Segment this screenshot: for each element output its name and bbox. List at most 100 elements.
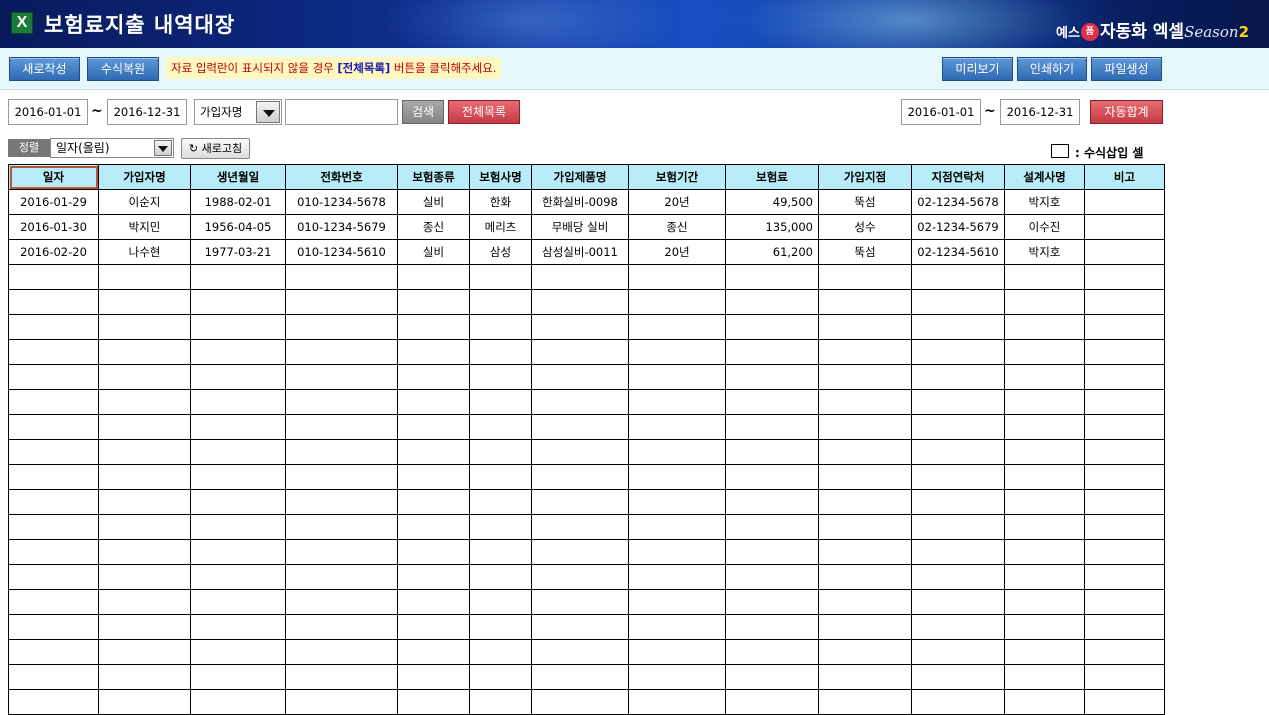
table-cell[interactable] (190, 689, 286, 715)
table-cell[interactable] (397, 489, 470, 515)
table-cell[interactable] (531, 664, 629, 690)
table-cell[interactable] (397, 439, 470, 465)
table-cell[interactable] (725, 314, 819, 340)
table-cell[interactable]: 2016-02-20 (8, 239, 99, 265)
table-cell[interactable] (628, 689, 726, 715)
column-header[interactable]: 보험기간 (628, 164, 726, 190)
table-cell[interactable] (285, 689, 398, 715)
table-cell[interactable] (818, 414, 912, 440)
table-cell[interactable] (469, 589, 532, 615)
chevron-down-icon[interactable] (154, 140, 172, 156)
table-cell[interactable]: 20년 (628, 189, 726, 215)
table-cell[interactable] (8, 539, 99, 565)
column-header[interactable]: 생년월일 (190, 164, 286, 190)
table-cell[interactable] (725, 464, 819, 490)
table-cell[interactable]: 61,200 (725, 239, 819, 265)
table-cell[interactable] (285, 364, 398, 390)
table-cell[interactable] (98, 514, 191, 540)
table-cell[interactable] (98, 439, 191, 465)
table-cell[interactable] (531, 689, 629, 715)
table-cell[interactable] (8, 564, 99, 590)
table-cell[interactable] (469, 289, 532, 315)
table-cell[interactable] (285, 464, 398, 490)
preview-button[interactable]: 미리보기 (942, 57, 1013, 81)
table-cell[interactable] (725, 289, 819, 315)
table-cell[interactable] (469, 614, 532, 640)
table-cell[interactable] (285, 489, 398, 515)
table-cell[interactable] (8, 314, 99, 340)
column-header[interactable]: 비고 (1084, 164, 1165, 190)
table-cell[interactable] (1084, 264, 1165, 290)
column-header[interactable]: 일자 (8, 164, 99, 190)
table-cell[interactable] (1084, 439, 1165, 465)
table-cell[interactable] (397, 339, 470, 365)
column-header[interactable]: 가입제품명 (531, 164, 629, 190)
table-cell[interactable]: 20년 (628, 239, 726, 265)
table-cell[interactable] (8, 689, 99, 715)
table-cell[interactable] (818, 689, 912, 715)
table-cell[interactable] (469, 564, 532, 590)
table-cell[interactable] (1004, 464, 1085, 490)
table-cell[interactable]: 삼성실비-0011 (531, 239, 629, 265)
table-cell[interactable] (8, 464, 99, 490)
table-cell[interactable] (98, 314, 191, 340)
table-cell[interactable] (397, 639, 470, 665)
table-cell[interactable] (469, 414, 532, 440)
table-cell[interactable] (1004, 514, 1085, 540)
table-cell[interactable] (397, 589, 470, 615)
table-cell[interactable] (98, 489, 191, 515)
table-cell[interactable] (285, 614, 398, 640)
table-cell[interactable] (531, 514, 629, 540)
table-cell[interactable] (8, 289, 99, 315)
table-cell[interactable] (8, 664, 99, 690)
table-cell[interactable] (98, 414, 191, 440)
table-cell[interactable] (285, 664, 398, 690)
table-cell[interactable] (818, 389, 912, 415)
table-cell[interactable] (469, 464, 532, 490)
search-input[interactable] (285, 99, 398, 125)
table-cell[interactable] (818, 464, 912, 490)
table-cell[interactable]: 메리츠 (469, 214, 532, 240)
table-cell[interactable] (98, 289, 191, 315)
table-cell[interactable]: 02-1234-5610 (911, 239, 1005, 265)
table-cell[interactable] (911, 339, 1005, 365)
table-cell[interactable] (911, 539, 1005, 565)
sum-end-date-field[interactable]: 2016-12-31 (1000, 99, 1080, 125)
table-cell[interactable] (818, 439, 912, 465)
table-cell[interactable] (1084, 539, 1165, 565)
table-cell[interactable] (531, 539, 629, 565)
table-cell[interactable] (911, 414, 1005, 440)
table-cell[interactable]: 뚝섬 (818, 189, 912, 215)
table-cell[interactable]: 02-1234-5679 (911, 214, 1005, 240)
start-date-field[interactable]: 2016-01-01 (8, 99, 88, 125)
table-cell[interactable] (911, 314, 1005, 340)
table-cell[interactable] (469, 514, 532, 540)
table-cell[interactable] (1084, 689, 1165, 715)
table-cell[interactable] (469, 439, 532, 465)
table-cell[interactable] (8, 614, 99, 640)
table-cell[interactable]: 박지호 (1004, 239, 1085, 265)
table-cell[interactable] (628, 289, 726, 315)
table-cell[interactable] (1004, 489, 1085, 515)
table-cell[interactable] (397, 364, 470, 390)
table-cell[interactable] (1004, 564, 1085, 590)
table-cell[interactable] (725, 689, 819, 715)
table-cell[interactable] (911, 639, 1005, 665)
table-cell[interactable] (628, 339, 726, 365)
table-cell[interactable]: 한화 (469, 189, 532, 215)
table-cell[interactable] (531, 414, 629, 440)
table-cell[interactable] (397, 414, 470, 440)
table-cell[interactable] (397, 289, 470, 315)
table-cell[interactable] (285, 589, 398, 615)
auto-sum-button[interactable]: 자동합계 (1090, 100, 1163, 124)
table-cell[interactable] (1004, 264, 1085, 290)
table-cell[interactable] (725, 539, 819, 565)
table-cell[interactable] (1084, 614, 1165, 640)
table-cell[interactable] (1084, 464, 1165, 490)
table-cell[interactable]: 성수 (818, 214, 912, 240)
table-cell[interactable] (1084, 589, 1165, 615)
table-cell[interactable] (190, 264, 286, 290)
table-cell[interactable] (98, 564, 191, 590)
table-cell[interactable] (911, 664, 1005, 690)
table-cell[interactable] (818, 589, 912, 615)
